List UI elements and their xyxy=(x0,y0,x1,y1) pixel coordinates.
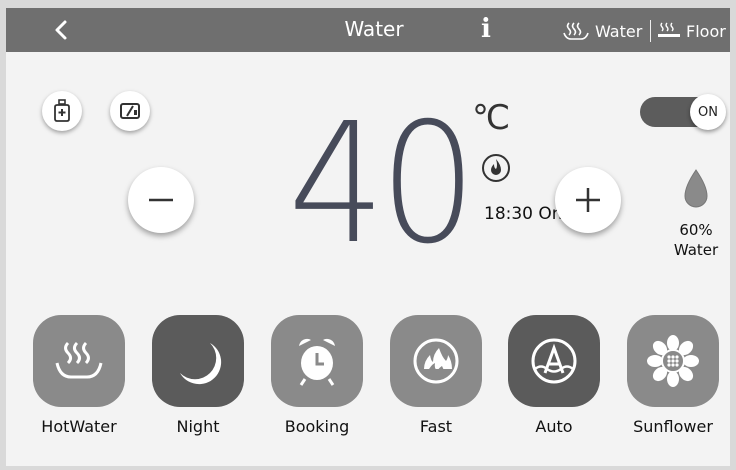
sunflower-icon xyxy=(647,335,699,387)
mode-auto-tile xyxy=(508,315,600,407)
mode-hotwater-tile xyxy=(33,315,125,407)
water-drop-icon-svg xyxy=(684,169,708,208)
power-toggle[interactable]: ON xyxy=(640,94,726,130)
mode-auto-label: Auto xyxy=(535,417,573,436)
mode-booking-label: Booking xyxy=(284,417,350,436)
water-mode-tab[interactable]: Water xyxy=(561,18,642,44)
info-button[interactable]: i xyxy=(481,14,491,44)
power-toggle-knob: ON xyxy=(690,94,726,130)
mode-fast[interactable]: Fast xyxy=(388,315,484,436)
flame-icon xyxy=(482,154,510,182)
water-mode-label: Water xyxy=(595,21,643,41)
mode-hotwater-label: HotWater xyxy=(41,417,117,436)
mode-divider xyxy=(650,20,651,42)
plus-icon xyxy=(576,188,600,212)
decrease-temp-button[interactable] xyxy=(128,167,194,233)
water-level-readout: 60% Water xyxy=(656,220,730,260)
floor-mode-label: Floor xyxy=(686,21,726,41)
mode-auto[interactable]: Auto xyxy=(506,315,602,436)
water-heating-icon xyxy=(563,22,589,40)
disinfect-button[interactable] xyxy=(42,91,82,131)
page-title: Water xyxy=(344,17,404,41)
mode-sunflower-tile xyxy=(627,315,719,407)
alarm-clock-icon xyxy=(299,338,335,386)
water-drop-icon xyxy=(681,168,711,216)
device-panel: Water i Water Floor 40 ℃ 18:30 On ON 60%… xyxy=(6,8,730,466)
mode-sunflower-label: Sunflower xyxy=(633,417,713,436)
chevron-left-icon xyxy=(55,20,67,40)
mode-sunflower[interactable]: Sunflower xyxy=(625,315,721,436)
minus-icon xyxy=(149,198,173,202)
top-bar: Water i Water Floor xyxy=(6,8,730,52)
mode-fast-tile xyxy=(390,315,482,407)
floor-heating-icon xyxy=(658,22,680,37)
mode-booking-tile xyxy=(271,315,363,407)
mode-fast-label: Fast xyxy=(419,417,453,436)
heating-status-icon xyxy=(480,152,512,188)
auto-a-icon xyxy=(531,338,577,384)
temperature-unit: ℃ xyxy=(472,98,511,138)
screen-icon xyxy=(120,103,140,119)
display-button[interactable] xyxy=(110,91,150,131)
back-button[interactable] xyxy=(46,16,76,44)
floor-mode-tab[interactable]: Floor xyxy=(656,18,726,44)
temperature-value: 40 xyxy=(288,88,477,281)
mode-night-label: Night xyxy=(176,417,220,436)
mode-night-tile xyxy=(152,315,244,407)
flame-circle-icon xyxy=(413,338,459,384)
water-level-percent: 60% xyxy=(679,221,713,239)
water-level-label: Water xyxy=(673,241,719,259)
moon-icon xyxy=(180,343,222,385)
hot-water-icon xyxy=(55,341,103,379)
mode-hotwater[interactable]: HotWater xyxy=(31,315,127,436)
increase-temp-button[interactable] xyxy=(555,167,621,233)
mode-night[interactable]: Night xyxy=(150,315,246,436)
mode-booking[interactable]: Booking xyxy=(269,315,365,436)
timer-status: 18:30 On xyxy=(484,204,563,224)
bottle-plus-icon xyxy=(54,99,70,122)
